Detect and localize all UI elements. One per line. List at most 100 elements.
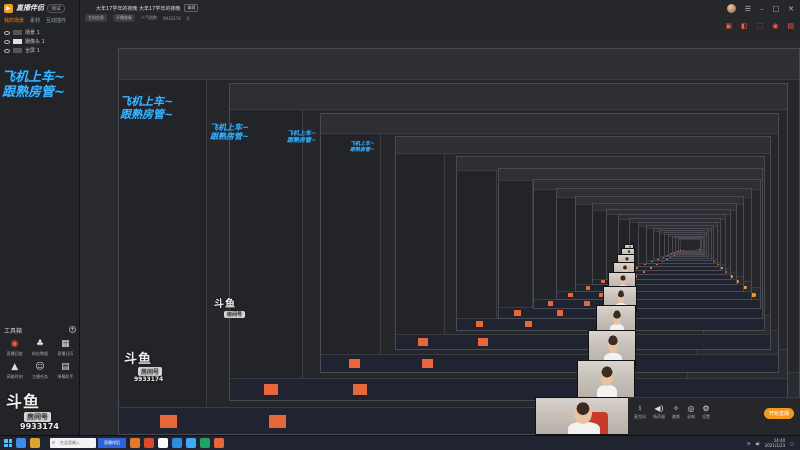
layout-icon[interactable]: ◧ bbox=[741, 22, 748, 30]
live-control-bar: ♮ 麦克风 ◀) 扬声器 ✧ 美颜 ◎ 录制 ⚙ 设置 开始直播 bbox=[628, 397, 800, 435]
volume-icon[interactable]: ◀) bbox=[755, 441, 760, 446]
minimize-icon[interactable]: – bbox=[760, 5, 764, 13]
record-icon[interactable]: ◉ bbox=[772, 22, 778, 30]
overlay-text-line: 飞机上车~ bbox=[2, 70, 65, 85]
taskbar-app-icon[interactable] bbox=[172, 438, 182, 448]
taskbar-app-icon[interactable] bbox=[186, 438, 196, 448]
clock[interactable]: 14:40 2021/1/23 bbox=[765, 438, 786, 448]
app-logo: ▶ 直播伴侣 测试 bbox=[4, 3, 66, 13]
watermark-room-label: 房间号 bbox=[224, 311, 246, 318]
windows-start-icon[interactable] bbox=[4, 439, 12, 447]
room-id: 9933174 bbox=[163, 15, 181, 21]
overlay-text-line: 飞机上车~ bbox=[120, 95, 174, 108]
overlay-text-line: 飞机上车~ bbox=[287, 130, 317, 137]
tab-plugins[interactable]: 互动插件 bbox=[46, 17, 66, 24]
nested-accent bbox=[651, 261, 653, 263]
nested-mini-top bbox=[230, 84, 788, 110]
overlay-text: 飞机上车~ 跟熟房管~ bbox=[287, 130, 316, 144]
tool-tasks[interactable]: ☺ 主播任务 bbox=[27, 363, 52, 380]
screen-icon[interactable]: ▣ bbox=[725, 22, 732, 30]
nested-preview-frame bbox=[677, 238, 702, 252]
person-head bbox=[608, 335, 618, 354]
menu-icon[interactable]: ☰ bbox=[745, 5, 751, 13]
tool-fans-data[interactable]: ♣ 粉丝数据 bbox=[27, 340, 52, 357]
chat-icon: ▤ bbox=[61, 362, 70, 372]
mic-button[interactable]: ♮ 麦克风 bbox=[634, 404, 646, 420]
taskbar-app-icon[interactable] bbox=[200, 438, 210, 448]
preview-stage[interactable]: 飞机上车~ 跟熟房管~ 飞机上车~ 跟熟房管~ 飞机上车~ 跟熟房管~ 飞机上车… bbox=[80, 40, 800, 435]
room-meta: 主机信息 开播准备 人气指数 9933174 0 bbox=[85, 14, 189, 22]
host-info-button[interactable]: 主机信息 bbox=[85, 14, 107, 22]
overlay-text-line: 跟熟房管~ bbox=[210, 132, 249, 141]
scene-list: 场景 1 摄像头 1 全屏 1 bbox=[4, 28, 74, 55]
douyu-watermark: 斗鱼 房间号 9933174 bbox=[124, 348, 163, 383]
overlay-text: 飞机上车~ 跟熟房管~ bbox=[210, 123, 249, 141]
avatar[interactable] bbox=[726, 4, 736, 13]
nested-accent bbox=[586, 286, 591, 290]
taskbar-search-input[interactable]: 在这里输入 bbox=[50, 438, 96, 448]
taskbar-app-icon[interactable] bbox=[214, 438, 224, 448]
control-buttons: ♮ 麦克风 ◀) 扬声器 ✧ 美颜 ◎ 录制 ⚙ 设置 bbox=[634, 404, 710, 420]
nested-accent2 bbox=[642, 270, 646, 273]
list-icon[interactable]: ▤ bbox=[787, 22, 794, 30]
tool-live-replay[interactable]: ◉ 直播回放 bbox=[2, 340, 27, 357]
edit-title-button[interactable]: 编辑 bbox=[184, 4, 199, 12]
visibility-icon[interactable] bbox=[4, 30, 10, 35]
watermark-logo-text: 斗鱼 bbox=[214, 299, 236, 310]
person-head bbox=[601, 365, 613, 386]
notification-icon[interactable]: ▢ bbox=[790, 441, 794, 446]
scene-item[interactable]: 场景 1 bbox=[4, 28, 74, 37]
topbar: 大年17学年的夜晚 大年17学年的夜晚 编辑 主机信息 开播准备 人气指数 99… bbox=[80, 0, 800, 40]
tool-danmaku[interactable]: ▤ 弹幕助手 bbox=[53, 363, 78, 380]
crop-icon[interactable]: ⬚ bbox=[757, 22, 764, 30]
visibility-icon[interactable] bbox=[4, 39, 10, 44]
nested-accent bbox=[635, 267, 638, 269]
person-head bbox=[620, 275, 626, 286]
add-tool-icon[interactable]: + bbox=[69, 326, 76, 333]
nested-accent bbox=[568, 293, 574, 297]
visibility-icon[interactable] bbox=[4, 48, 10, 53]
os-taskbar: 在这里输入 直播伴侣 ◔ ◀) 14:40 2021/1/23 ▢ bbox=[0, 435, 800, 450]
nested-accent bbox=[643, 263, 646, 266]
tab-materials[interactable]: 素材 bbox=[30, 17, 40, 24]
scene-item[interactable]: 摄像头 1 bbox=[4, 37, 74, 46]
tab-my-scenes[interactable]: 我的场景 bbox=[4, 17, 24, 24]
douyu-watermark: 斗鱼 房间号 bbox=[214, 295, 246, 318]
tool-label: 直播日历 bbox=[57, 351, 74, 356]
nested-accent2 bbox=[649, 267, 653, 269]
nested-accent bbox=[601, 280, 605, 284]
control-label: 麦克风 bbox=[634, 414, 646, 419]
nested-accent bbox=[348, 358, 361, 368]
maximize-icon[interactable]: □ bbox=[773, 5, 780, 13]
mic-icon: ♮ bbox=[638, 404, 642, 413]
explorer-icon[interactable] bbox=[30, 438, 40, 448]
speaker-button[interactable]: ◀) 扬声器 bbox=[653, 404, 665, 420]
tool-highlights[interactable]: ▲ 高能时刻 bbox=[2, 363, 27, 380]
task-view-icon[interactable] bbox=[16, 438, 26, 448]
clock-date: 2021/1/23 bbox=[764, 443, 786, 448]
taskbar-app-icon[interactable] bbox=[158, 438, 168, 448]
nested-webcam-feed bbox=[577, 360, 635, 400]
taskbar-app-icon[interactable] bbox=[130, 438, 140, 448]
beauty-button[interactable]: ✧ 美颜 bbox=[672, 404, 680, 420]
app-name: 直播伴侣 bbox=[16, 4, 44, 12]
tool-live-calendar[interactable]: ▦ 直播日历 bbox=[53, 340, 78, 357]
nested-mini-side bbox=[457, 170, 498, 318]
person-head bbox=[613, 309, 621, 325]
taskbar-app-icon[interactable] bbox=[144, 438, 154, 448]
beauty-icon: ✧ bbox=[672, 404, 680, 413]
network-icon[interactable]: ◔ bbox=[747, 441, 751, 446]
scene-item[interactable]: 全屏 1 bbox=[4, 46, 74, 55]
watermark-logo-text: 斗鱼 bbox=[124, 352, 153, 367]
settings-button[interactable]: ⚙ 设置 bbox=[702, 404, 710, 420]
record-button[interactable]: ◎ 录制 bbox=[687, 404, 695, 420]
prep-button[interactable]: 开播准备 bbox=[113, 14, 135, 22]
person-body bbox=[568, 422, 600, 434]
webcam-feed bbox=[535, 397, 631, 435]
start-live-button[interactable]: 开始直播 bbox=[763, 408, 794, 419]
nested-mini-side bbox=[678, 240, 682, 250]
control-label: 美颜 bbox=[672, 414, 680, 419]
taskbar-active-app[interactable]: 直播伴侣 bbox=[98, 438, 126, 448]
close-icon[interactable]: ✕ bbox=[788, 5, 794, 13]
overlay-text-line: 跟熟房管~ bbox=[2, 85, 65, 100]
